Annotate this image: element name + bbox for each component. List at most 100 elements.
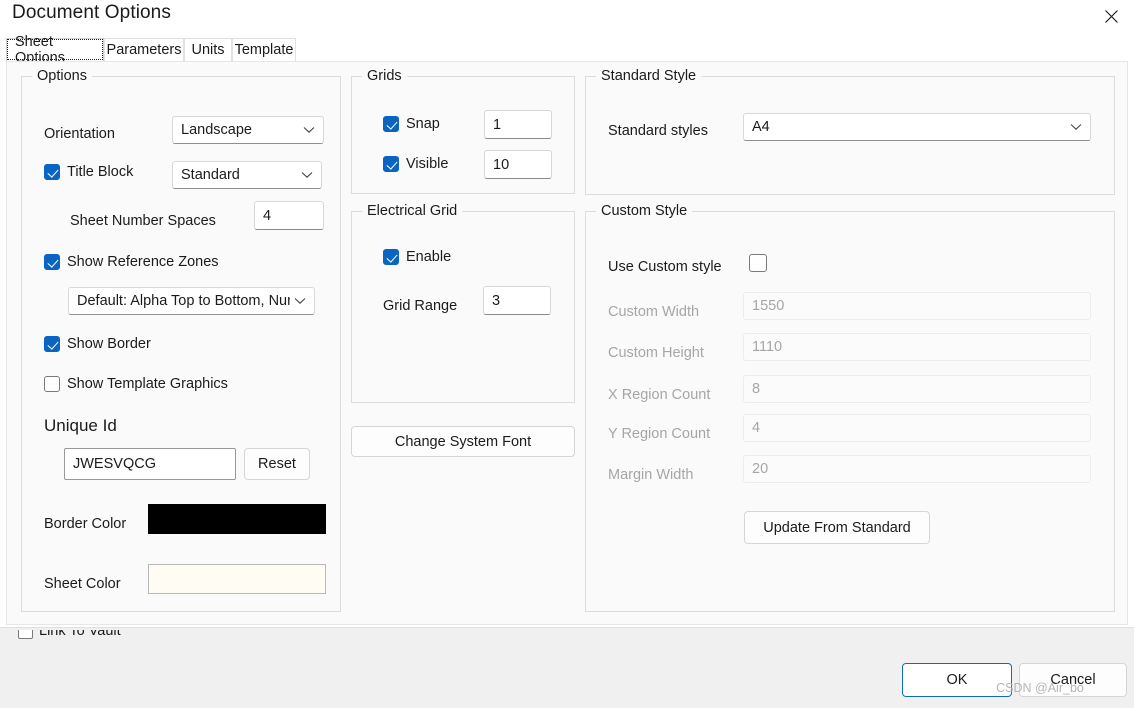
checkbox-icon	[44, 254, 60, 270]
reference-zones-value: Default: Alpha Top to Bottom, Num	[77, 293, 290, 309]
snap-label: Snap	[406, 116, 440, 132]
reset-label: Reset	[258, 456, 296, 472]
chevron-down-icon	[301, 171, 313, 179]
x-region-count-value: 8	[752, 381, 761, 397]
standard-style-group-legend: Standard Style	[596, 68, 702, 84]
checkbox-icon	[44, 336, 60, 352]
visible-input[interactable]: 10	[484, 150, 552, 179]
document-options-dialog: Document Options Sheet Options Parameter…	[0, 0, 1134, 708]
checkbox-icon	[383, 116, 399, 132]
standard-style-group: Standard Style Standard styles A4	[585, 68, 1115, 195]
change-system-font-label: Change System Font	[394, 433, 532, 450]
checkbox-icon	[44, 164, 60, 180]
y-region-count-input[interactable]: 4	[743, 414, 1091, 442]
border-color-swatch[interactable]	[148, 504, 326, 534]
custom-width-value: 1550	[752, 298, 785, 314]
use-custom-style-checkbox[interactable]	[749, 254, 767, 272]
link-to-vault-checkbox[interactable]: Link To Vault	[18, 630, 238, 647]
cancel-button[interactable]: Cancel	[1019, 663, 1127, 697]
title-block-label: Title Block	[67, 164, 134, 180]
standard-styles-value: A4	[752, 119, 770, 135]
tab-units[interactable]: Units	[184, 38, 232, 61]
title-bar: Document Options	[0, 0, 1134, 32]
sheet-number-spaces-label: Sheet Number Spaces	[70, 213, 216, 229]
custom-height-input[interactable]: 1110	[743, 333, 1091, 361]
chevron-down-icon	[294, 297, 306, 305]
unique-id-label: Unique Id	[44, 416, 117, 435]
orientation-label: Orientation	[44, 126, 115, 142]
update-from-standard-label: Update From Standard	[763, 519, 911, 536]
unique-id-value: JWESVQCG	[73, 456, 156, 472]
show-border-checkbox[interactable]: Show Border	[44, 336, 151, 352]
sheet-color-label: Sheet Color	[44, 576, 121, 592]
enable-label: Enable	[406, 249, 452, 265]
custom-style-group: Custom Style Use Custom style Custom Wid…	[585, 203, 1115, 612]
grids-group: Grids Snap 1 Visible 10	[351, 68, 575, 194]
grid-range-label: Grid Range	[383, 298, 458, 314]
custom-height-label: Custom Height	[608, 345, 704, 361]
sheet-number-spaces-input[interactable]: 4	[254, 201, 324, 230]
y-region-count-value: 4	[752, 420, 761, 436]
sheet-number-spaces-value: 4	[263, 207, 272, 224]
ok-button[interactable]: OK	[902, 663, 1012, 697]
checkbox-icon	[18, 630, 33, 639]
show-reference-zones-checkbox[interactable]: Show Reference Zones	[44, 254, 219, 270]
ok-label: OK	[946, 672, 968, 688]
checkbox-icon	[383, 249, 399, 265]
margin-width-input[interactable]: 20	[743, 455, 1091, 483]
snap-value: 1	[493, 116, 502, 133]
visible-checkbox[interactable]: Visible	[383, 156, 448, 172]
snap-checkbox[interactable]: Snap	[383, 116, 440, 132]
standard-styles-select[interactable]: A4	[743, 113, 1091, 141]
checkbox-icon	[44, 376, 60, 392]
unique-id-input[interactable]: JWESVQCG	[64, 448, 236, 480]
custom-width-label: Custom Width	[608, 304, 700, 320]
snap-input[interactable]: 1	[484, 110, 552, 139]
margin-width-value: 20	[752, 461, 769, 477]
grids-group-legend: Grids	[362, 68, 407, 84]
custom-width-input[interactable]: 1550	[743, 292, 1091, 320]
show-template-graphics-checkbox[interactable]: Show Template Graphics	[44, 376, 228, 392]
title-block-select[interactable]: Standard	[172, 161, 322, 189]
grid-range-input[interactable]: 3	[483, 286, 551, 315]
footer-divider	[0, 627, 1134, 628]
margin-width-label: Margin Width	[608, 467, 694, 483]
close-icon	[1104, 9, 1118, 23]
use-custom-style-label: Use Custom style	[608, 259, 722, 275]
orientation-select[interactable]: Landscape	[172, 116, 324, 144]
title-block-checkbox[interactable]: Title Block	[44, 164, 133, 180]
electrical-grid-enable-checkbox[interactable]: Enable	[383, 249, 451, 265]
orientation-value: Landscape	[181, 122, 252, 138]
change-system-font-button[interactable]: Change System Font	[351, 426, 575, 457]
tab-label: Template	[234, 42, 294, 58]
reset-button[interactable]: Reset	[244, 448, 310, 480]
title-block-value: Standard	[181, 167, 240, 183]
options-group: Options Orientation Landscape Title Bloc…	[21, 68, 341, 612]
x-region-count-input[interactable]: 8	[743, 375, 1091, 403]
y-region-count-label: Y Region Count	[608, 426, 711, 442]
tab-label: Parameters	[106, 42, 182, 58]
show-reference-zones-label: Show Reference Zones	[67, 254, 219, 270]
chevron-down-icon	[1070, 123, 1082, 131]
page-title: Document Options	[12, 2, 171, 23]
sheet-color-swatch[interactable]	[148, 564, 326, 594]
tab-parameters[interactable]: Parameters	[104, 38, 184, 61]
standard-styles-label: Standard styles	[608, 123, 708, 139]
visible-value: 10	[493, 156, 510, 173]
border-color-label: Border Color	[44, 516, 127, 532]
update-from-standard-button[interactable]: Update From Standard	[744, 511, 930, 544]
show-border-label: Show Border	[67, 336, 151, 352]
grid-range-value: 3	[492, 292, 501, 309]
checkbox-icon	[383, 156, 399, 172]
tab-label: Units	[191, 42, 225, 58]
tab-sheet-options[interactable]: Sheet Options	[6, 34, 104, 66]
tab-strip: Sheet Options Parameters Units Template	[0, 34, 1134, 66]
options-group-legend: Options	[32, 68, 92, 84]
visible-label: Visible	[406, 156, 449, 172]
reference-zones-select[interactable]: Default: Alpha Top to Bottom, Num	[68, 287, 315, 315]
close-button[interactable]	[1088, 0, 1134, 32]
custom-style-group-legend: Custom Style	[596, 203, 693, 219]
sheet-options-panel: Options Orientation Landscape Title Bloc…	[6, 61, 1128, 625]
tab-template[interactable]: Template	[232, 38, 296, 61]
chevron-down-icon	[303, 126, 315, 134]
